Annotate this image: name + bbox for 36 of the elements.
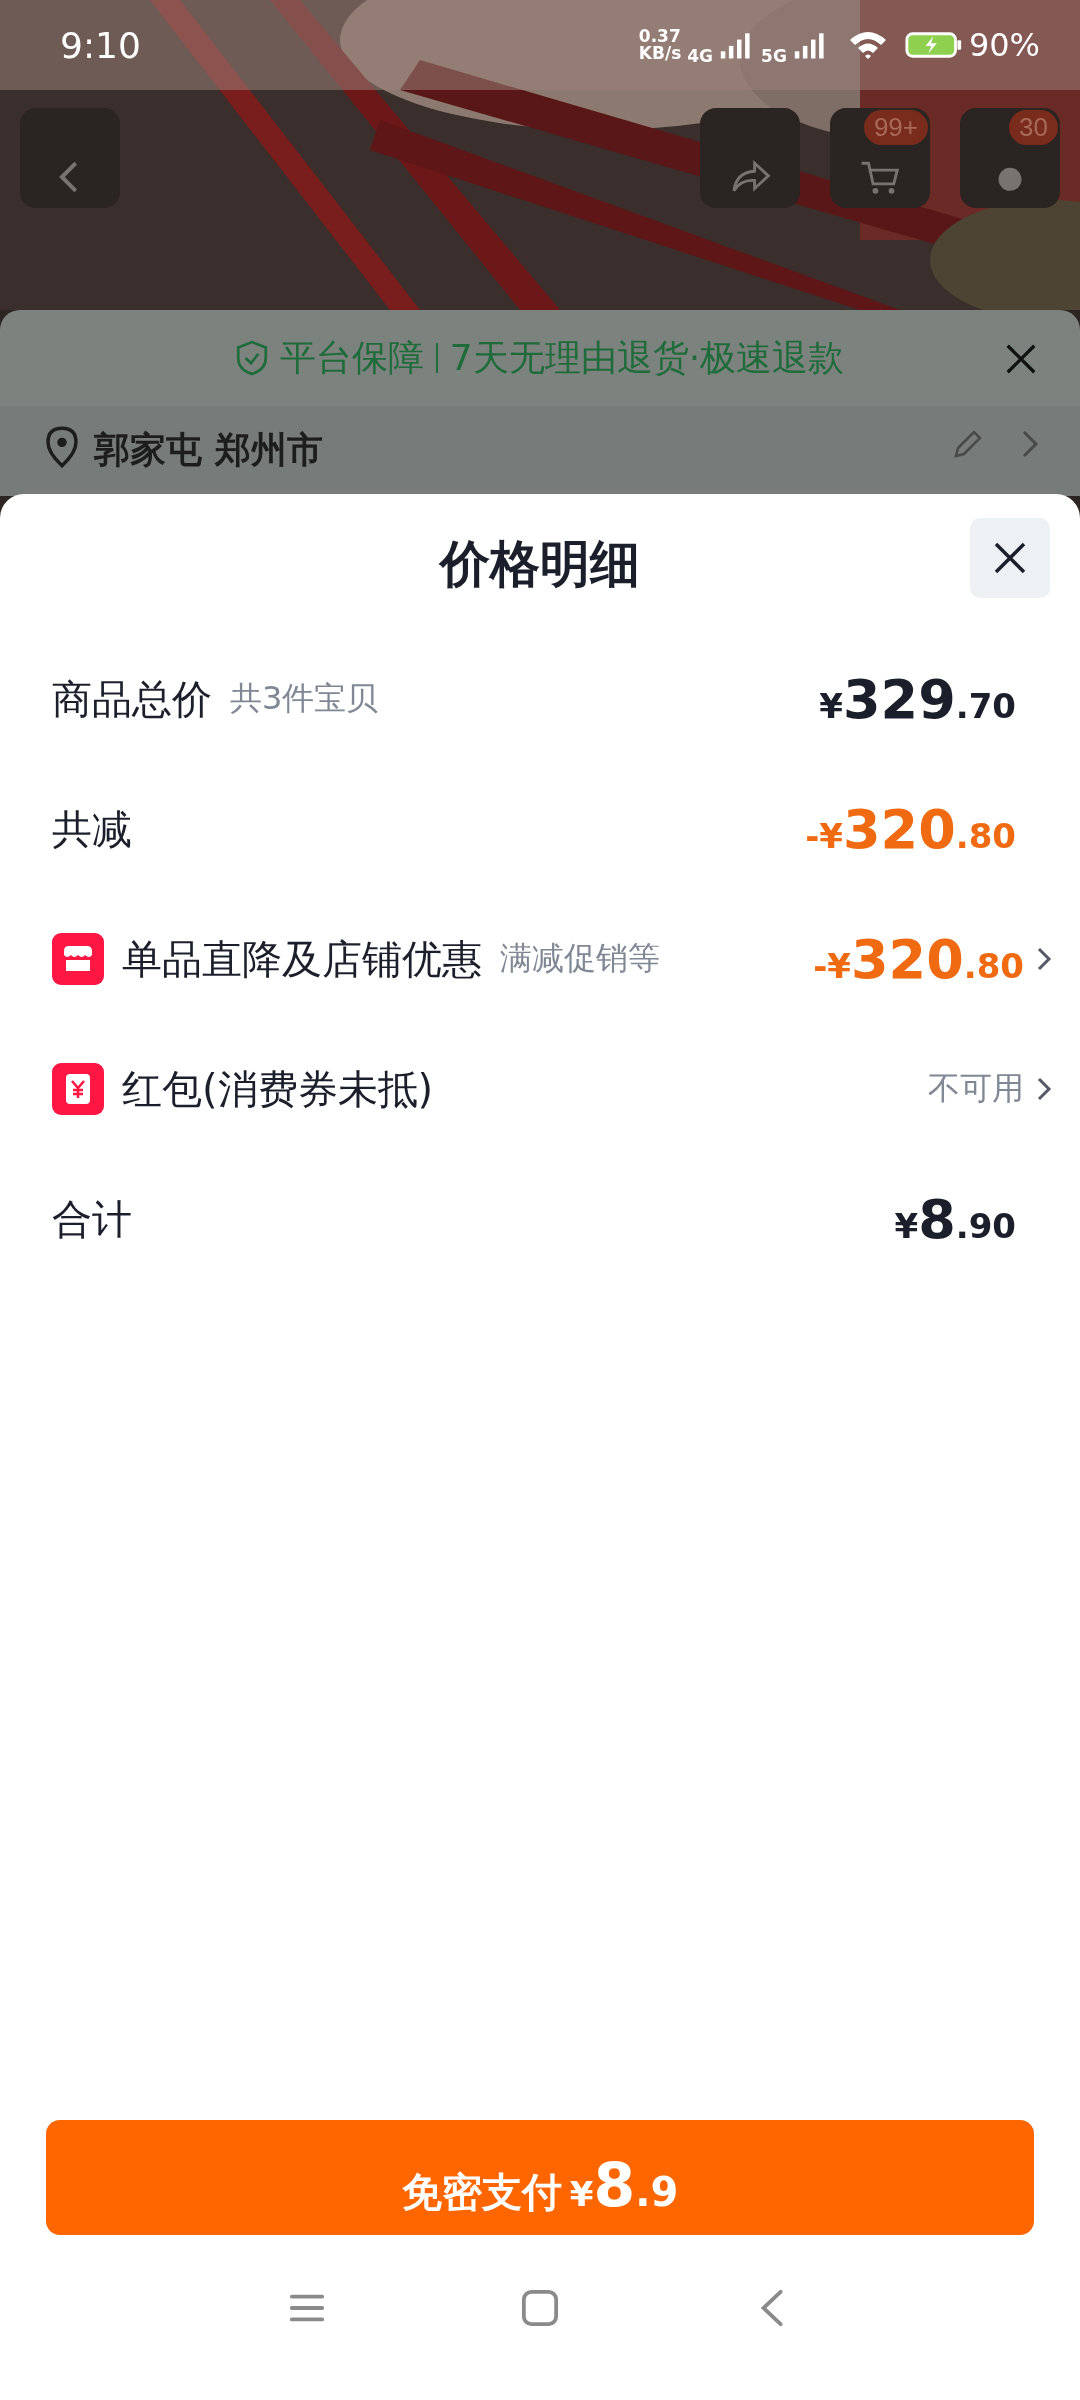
message-badge: 30 [1009, 110, 1058, 146]
row-label: 单品直降及店铺优惠 [122, 934, 482, 984]
price-amount: -¥320.80 [805, 797, 1016, 861]
status-time: 9:10 [60, 24, 141, 66]
battery-level: 90% [968, 26, 1040, 64]
cart-badge: 99+ [863, 110, 928, 146]
row-note: 满减促销等 [500, 938, 660, 979]
network-type: 4G [687, 46, 714, 66]
location-pin-icon [44, 426, 80, 468]
price-amount: ¥8.90 [894, 1187, 1016, 1251]
row-label: 共减 [52, 804, 132, 854]
pay-button[interactable]: 免密支付 ¥8.9 [46, 2120, 1034, 2235]
row-label: 红包(消费券未抵) [122, 1064, 434, 1114]
cart-button[interactable]: 99+ [830, 108, 930, 208]
shield-icon [235, 340, 268, 376]
row-value: 不可用 [928, 1068, 1024, 1109]
store-icon [52, 933, 104, 985]
battery-icon [904, 30, 963, 60]
network-speed: 0.37 [638, 28, 682, 45]
sheet-title: 价格明细 [440, 533, 640, 595]
home-icon[interactable] [521, 2288, 559, 2327]
address-text: 郭家屯 郑州市 [94, 428, 323, 472]
guarantee-text: 7天无理由退货·极速退款 [449, 335, 845, 380]
message-button[interactable]: 30 [960, 108, 1060, 208]
close-button[interactable] [970, 518, 1050, 598]
row-note: 共3件宝贝 [230, 678, 379, 719]
guarantee-title: 平台保障 [279, 335, 424, 380]
address-row[interactable]: 郭家屯 郑州市 [0, 406, 1080, 496]
price-amount: ¥329.70 [819, 667, 1016, 731]
row-label: 商品总价 [52, 674, 212, 724]
coupon-icon [52, 1063, 104, 1115]
price-amount: -¥320.80 [813, 927, 1024, 991]
network-speed-unit: KB/s [638, 45, 682, 62]
share-button[interactable] [700, 108, 800, 208]
network-type: 5G [761, 46, 787, 66]
row-label: 合计 [52, 1194, 132, 1244]
